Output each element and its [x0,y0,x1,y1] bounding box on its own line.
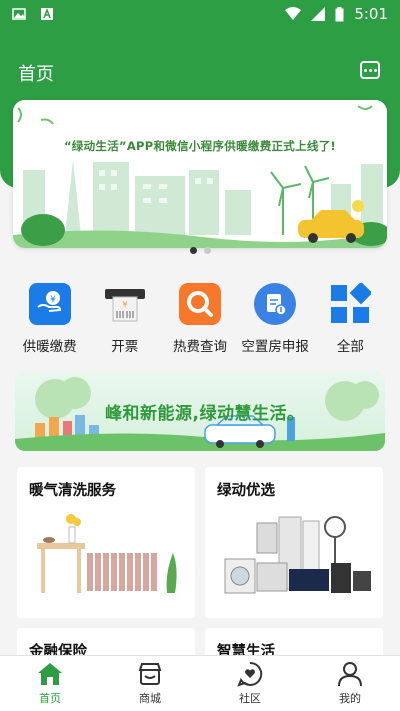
service-label: 热费查询 [172,339,227,355]
announcement-banner[interactable]: “绿动生活”APP和微信小程序供暖缴费正式上线了! [13,100,387,248]
service-label: 供暖缴费 [22,339,77,355]
wifi-icon [285,7,302,20]
nav-label: 社区 [239,692,261,705]
signal-icon [311,7,326,21]
carousel-dot[interactable] [189,247,197,254]
nav-label: 我的 [339,692,361,705]
nav-label: 首页 [39,692,61,705]
battery-icon [335,6,344,21]
appliances-image [224,516,371,594]
card-title: 绿动优选 [217,483,275,499]
search-icon [178,283,221,325]
promo-slogan: 峰和新能源,绿动慧生活。 [105,404,305,424]
image-notification-icon [12,8,26,20]
vacant-report-icon [254,283,297,325]
service-all[interactable]: 全部 [315,283,385,363]
invoice-printer-icon: ¥ [104,283,146,325]
service-invoice[interactable]: ¥ 开票 [90,283,160,363]
grid-all-icon [329,283,372,325]
card-title: 暖气清洗服务 [29,483,116,499]
page-title: 首页 [18,64,54,85]
city-illustration [13,100,387,248]
promo-banner[interactable]: 峰和新能源,绿动慧生活。 [15,371,385,451]
svg-text:¥: ¥ [50,295,56,305]
card-heating-cleaning[interactable]: 暖气清洗服务 [17,467,195,618]
carousel-indicator [0,247,400,254]
radiator-image [37,514,177,593]
message-icon[interactable] [360,61,380,79]
card-green-selection[interactable]: 绿动优选 [205,467,383,618]
service-vacant-report[interactable]: 空置房申报 [240,283,310,363]
service-label: 空置房申报 [241,339,309,355]
heating-payment-icon: ¥ [28,283,71,325]
svg-text:¥: ¥ [122,300,127,309]
carousel-dot[interactable] [203,247,211,254]
profile-icon [337,661,363,687]
nav-profile[interactable]: 我的 [300,656,400,711]
bottom-nav: 首页 商城 社区 我的 [0,655,400,711]
status-bar: 5:01 [0,0,400,28]
nav-community[interactable]: 社区 [200,656,300,711]
community-heart-icon [237,661,263,687]
service-fee-query[interactable]: 热费查询 [165,283,235,363]
nav-mall[interactable]: 商城 [100,656,200,711]
service-heating-payment[interactable]: ¥ 供暖缴费 [15,283,85,363]
service-label: 全部 [336,339,364,355]
home-icon [37,661,63,687]
app-screen: 5:01 首页 “绿动生活”APP和微信小程序供暖缴费正式上线了! ¥ 供暖缴费… [0,0,400,711]
service-grid: ¥ 供暖缴费 ¥ 开票 热费查询 空置房申报 全部 [0,283,400,363]
nav-home[interactable]: 首页 [0,656,100,711]
nav-label: 商城 [139,692,161,705]
font-notification-icon [41,7,53,20]
store-icon [137,661,163,687]
service-label: 开票 [111,339,139,355]
banner-headline: “绿动生活”APP和微信小程序供暖缴费正式上线了! [63,139,337,153]
status-time: 5:01 [354,5,388,23]
